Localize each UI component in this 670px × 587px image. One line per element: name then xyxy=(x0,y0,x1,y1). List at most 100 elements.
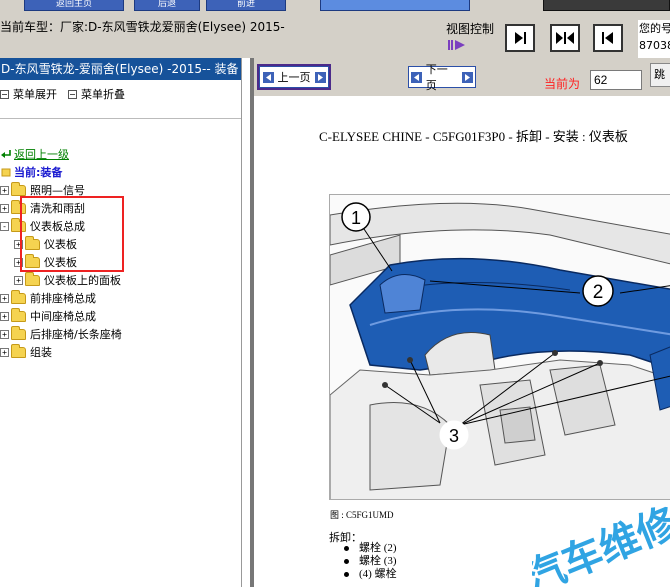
tree-item-label[interactable]: 仪表板 xyxy=(44,254,77,270)
menu-expand-label: 菜单展开 xyxy=(13,88,57,101)
left-tree-panel: D-东风雪铁龙-爱丽舍(Elysee) -2015-- 装备 菜单展开 菜单折叠… xyxy=(0,58,242,587)
folder-icon xyxy=(25,271,40,286)
prev-page-label: 上一页 xyxy=(277,71,311,84)
page-number-input[interactable] xyxy=(590,70,642,90)
tree-item-label[interactable]: 中间座椅总成 xyxy=(30,308,96,324)
tree-item[interactable]: + 照明—信号 xyxy=(0,181,85,199)
dashboard-illustration: 1 2 3 xyxy=(330,195,670,499)
removal-list: 螺栓 (2) 螺栓 (3) (4) 螺栓 xyxy=(344,542,397,581)
view-fit-button[interactable] xyxy=(550,24,580,52)
svg-text:2: 2 xyxy=(593,282,604,303)
callout-1: 1 xyxy=(341,202,371,232)
tree-item[interactable]: - 仪表板总成 xyxy=(0,217,85,235)
document-panel: 上一页 下一页 当前为 跳转 C-ELYSEE CHINE - C5FG01F3… xyxy=(250,58,670,587)
view-next-button[interactable] xyxy=(505,24,535,52)
folder-icon xyxy=(11,181,26,196)
top-header: 返回主页 后退 前进 当前车型：厂家:D-东风雪铁龙爱丽舍(Elysee) 20… xyxy=(0,0,670,58)
tree-toggle[interactable]: + xyxy=(0,185,9,195)
tree-item-label[interactable]: 照明—信号 xyxy=(30,182,85,198)
next-page-button[interactable]: 下一页 xyxy=(408,63,476,92)
folder-icon xyxy=(11,199,26,214)
view-prev-icon xyxy=(602,32,613,44)
tree-item-label[interactable]: 清洗和雨刮 xyxy=(30,200,85,216)
tree-item-label[interactable]: 前排座椅总成 xyxy=(30,290,96,306)
arrow-right-icon xyxy=(314,71,326,83)
tree-item-label[interactable]: 仪表板总成 xyxy=(30,218,85,234)
svg-text:3: 3 xyxy=(449,426,459,446)
watermark: 汽车维修 xyxy=(532,499,670,587)
top-home-button[interactable]: 返回主页 xyxy=(24,0,124,11)
dashboard-figure: 1 2 3 xyxy=(329,194,670,500)
expand-icon xyxy=(0,89,9,99)
tree-item[interactable]: + 组装 xyxy=(0,343,52,361)
fastener-mark xyxy=(597,360,603,366)
tree-item[interactable]: + 仪表板上的面板 xyxy=(14,271,121,289)
callout-2: 2 xyxy=(582,275,614,307)
collapse-icon xyxy=(68,89,77,99)
tree-toggle[interactable]: + xyxy=(0,329,9,339)
menu-collapse-button[interactable]: 菜单折叠 xyxy=(68,86,125,102)
folder-icon xyxy=(11,307,26,322)
tree-toggle[interactable]: + xyxy=(14,239,23,249)
top-forward-button[interactable]: 前进 xyxy=(206,0,286,11)
page-nav-bar: 上一页 下一页 当前为 跳转 xyxy=(254,58,670,96)
folder-icon xyxy=(25,235,40,250)
user-info-line-1: 您的号 xyxy=(639,22,670,35)
folder-icon xyxy=(11,325,26,340)
tree-toggle[interactable]: + xyxy=(0,311,9,321)
current-icon xyxy=(1,168,11,177)
tree-item-label[interactable]: 后排座椅/长条座椅 xyxy=(30,326,122,342)
left-divider xyxy=(0,118,241,119)
tree-item[interactable]: + 中间座椅总成 xyxy=(0,307,96,325)
arrow-left-icon xyxy=(262,71,274,83)
removal-item: (4) 螺栓 xyxy=(344,568,397,581)
folder-icon xyxy=(11,343,26,358)
removal-item: 螺栓 (3) xyxy=(344,555,397,568)
svg-text:1: 1 xyxy=(351,208,361,228)
view-next-icon xyxy=(515,32,526,44)
view-prev-button[interactable] xyxy=(593,24,623,52)
tree-item[interactable]: + 仪表板 xyxy=(14,235,77,253)
menu-expand-button[interactable]: 菜单展开 xyxy=(0,86,57,102)
tree-toggle[interactable]: + xyxy=(0,293,9,303)
folder-icon xyxy=(11,289,26,304)
user-info-box: 您的号 87038 xyxy=(638,20,670,58)
fastener-mark xyxy=(382,382,388,388)
tree-toggle[interactable]: - xyxy=(0,221,9,231)
back-link[interactable]: 返回上一级 xyxy=(14,146,69,162)
top-dark-button[interactable] xyxy=(543,0,670,11)
svg-text:汽车维修: 汽车维修 xyxy=(532,499,670,587)
tree-toggle[interactable]: + xyxy=(14,257,23,267)
back-row[interactable]: 返回上一级 xyxy=(0,145,69,163)
current-row: 当前:装备 xyxy=(0,163,62,181)
tree-item-label[interactable]: 仪表板 xyxy=(44,236,77,252)
tree-item[interactable]: + 前排座椅总成 xyxy=(0,289,96,307)
tree-toggle[interactable]: + xyxy=(0,347,9,357)
next-page-label: 下一页 xyxy=(425,63,448,92)
view-control-icon xyxy=(448,40,465,50)
user-info-line-2: 87038 xyxy=(639,39,670,52)
menu-operations: 菜单展开 菜单折叠 xyxy=(0,80,241,104)
tree-toggle[interactable]: + xyxy=(0,203,9,213)
left-panel-title: D-东风雪铁龙-爱丽舍(Elysee) -2015-- 装备 xyxy=(0,58,241,80)
tree-item[interactable]: + 后排座椅/长条座椅 xyxy=(0,325,122,343)
fastener-mark xyxy=(552,350,558,356)
prev-page-button[interactable]: 上一页 xyxy=(257,64,331,90)
back-arrow-icon xyxy=(1,150,11,158)
folder-icon xyxy=(25,253,40,268)
current-label: 当前:装备 xyxy=(14,166,63,179)
current-page-label: 当前为 xyxy=(544,77,581,91)
view-fit-icon xyxy=(556,32,574,44)
tree-item-label[interactable]: 组装 xyxy=(30,344,52,360)
top-back-button[interactable]: 后退 xyxy=(134,0,200,11)
top-blue-button[interactable] xyxy=(320,0,470,11)
callout-3: 3 xyxy=(439,420,469,450)
folder-open-icon xyxy=(11,217,26,232)
jump-button[interactable]: 跳转 xyxy=(650,63,670,87)
menu-collapse-label: 菜单折叠 xyxy=(81,88,125,101)
tree-item-label[interactable]: 仪表板上的面板 xyxy=(44,272,121,288)
view-control-label: 视图控制 xyxy=(446,22,495,36)
tree-toggle[interactable]: + xyxy=(14,275,23,285)
tree-item[interactable]: + 仪表板 xyxy=(14,253,77,271)
tree-item[interactable]: + 清洗和雨刮 xyxy=(0,199,85,217)
